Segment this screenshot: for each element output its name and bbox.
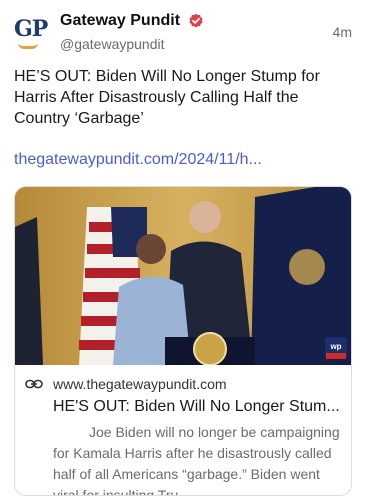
card-domain-row: www.thegatewaypundit.com — [25, 375, 343, 393]
author-block: Gateway Pundit @gatewaypundit — [60, 10, 204, 54]
post-text: HE’S OUT: Biden Will No Longer Stump for… — [14, 68, 320, 127]
social-post[interactable]: GP Gateway Pundit @gatewaypundit 4m HE’S… — [0, 0, 366, 500]
author-display-name[interactable]: Gateway Pundit — [60, 10, 180, 32]
link-icon — [25, 379, 43, 389]
preview-photo: wp — [15, 187, 351, 365]
avatar[interactable]: GP — [14, 16, 50, 52]
svg-text:wp: wp — [329, 342, 341, 351]
post-link[interactable]: thegatewaypundit.com/2024/11/h... — [14, 151, 262, 169]
verified-badge-icon — [189, 13, 204, 28]
link-preview-body: www.thegatewaypundit.com HE'S OUT: Biden… — [15, 365, 351, 496]
avatar-logo-text: GP — [14, 16, 48, 42]
card-domain: www.thegatewaypundit.com — [53, 376, 227, 392]
post-timestamp[interactable]: 4m — [333, 24, 352, 40]
link-preview-card[interactable]: wp www.thegatewaypundit.com HE'S OUT: Bi… — [14, 186, 352, 496]
post-header: GP Gateway Pundit @gatewaypundit 4m — [14, 10, 352, 56]
card-description: Joe Biden will no longer be campaigning … — [53, 424, 340, 496]
author-handle[interactable]: @gatewaypundit — [60, 34, 204, 54]
avatar-swoosh — [18, 43, 38, 49]
link-preview-image[interactable]: wp — [15, 187, 351, 365]
card-title[interactable]: HE'S OUT: Biden Will No Longer Stum... — [53, 396, 343, 418]
